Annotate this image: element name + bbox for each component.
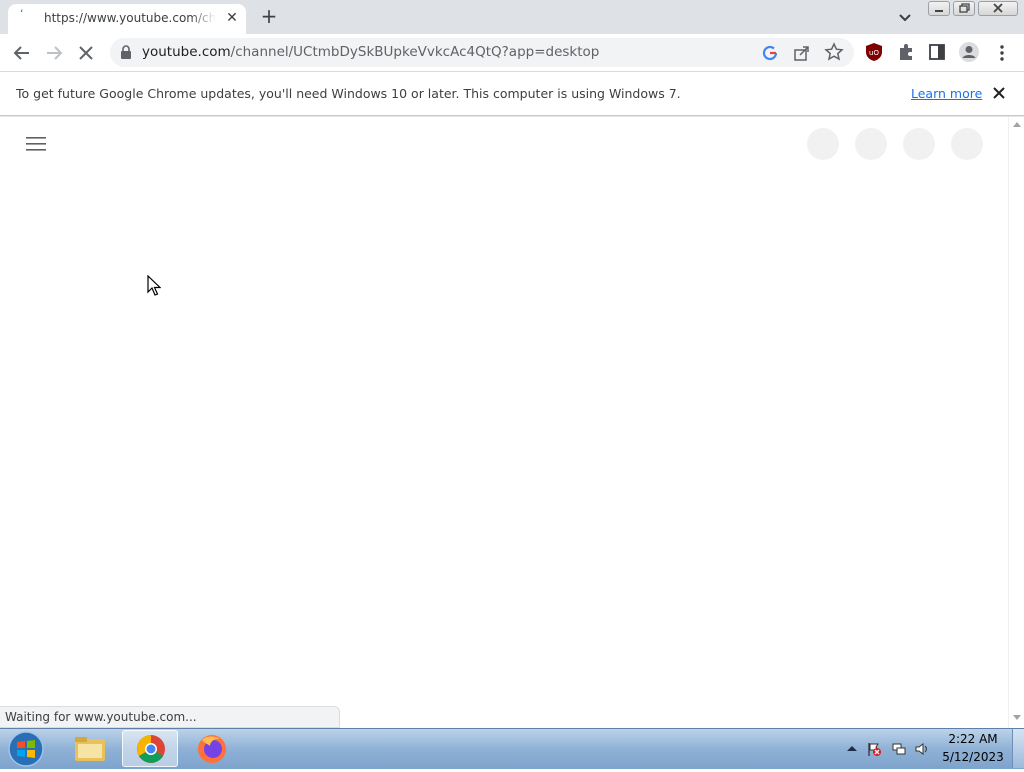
page-scrollbar[interactable] (1008, 117, 1024, 728)
volume-speaker-icon[interactable] (914, 741, 930, 757)
taskbar-file-explorer[interactable] (62, 730, 118, 767)
taskbar-chrome[interactable] (122, 730, 178, 767)
infobar-message: To get future Google Chrome updates, you… (16, 86, 681, 101)
url-path: /channel/UCtmbDySkBUpkeVvkcAc4QtQ?app=de… (230, 44, 600, 60)
loading-spinner-icon: ʻ (20, 7, 24, 20)
tab-search-chevron-icon[interactable] (894, 6, 916, 28)
learn-more-link[interactable]: Learn more (911, 86, 982, 101)
action-center-flag-icon[interactable] (866, 741, 882, 757)
url-text[interactable]: youtube.com/channel/UCtmbDySkBUpkeVvkcAc… (142, 44, 599, 62)
back-arrow-icon[interactable] (11, 42, 33, 64)
stop-loading-icon[interactable] (75, 42, 97, 64)
skeleton-placeholder (951, 128, 983, 160)
url-host: youtube.com (142, 44, 231, 60)
window-close-button[interactable] (978, 1, 1018, 16)
infobar-close-icon[interactable] (990, 84, 1008, 102)
google-lens-icon[interactable] (761, 44, 779, 62)
share-icon[interactable] (792, 43, 812, 63)
clock-time[interactable]: 2:22 AM (942, 732, 1004, 746)
forward-arrow-icon[interactable] (43, 42, 65, 64)
side-panel-icon[interactable] (928, 43, 946, 61)
lock-icon[interactable] (120, 45, 132, 59)
show-desktop-button[interactable] (1012, 729, 1024, 768)
svg-text:uO: uO (869, 49, 879, 57)
ublock-extension-icon[interactable]: uO (864, 42, 884, 62)
firefox-logo-icon (198, 735, 226, 763)
skeleton-placeholder (903, 128, 935, 160)
status-bubble: Waiting for www.youtube.com... (0, 706, 340, 728)
chrome-menu-icon[interactable] (996, 43, 1008, 63)
skeleton-placeholder (855, 128, 887, 160)
tab-title: https://www.youtube.com/channel/UCtmbDyS… (44, 11, 216, 25)
taskbar-firefox[interactable] (184, 730, 240, 767)
mouse-cursor-icon (147, 275, 161, 296)
tab-close-icon[interactable]: ✕ (224, 10, 240, 26)
bookmark-star-icon[interactable] (824, 42, 844, 62)
start-button-icon[interactable] (6, 730, 46, 768)
window-restore-button[interactable] (953, 1, 975, 16)
scroll-down-arrow-icon[interactable] (1013, 715, 1021, 721)
chrome-logo-icon (137, 735, 165, 763)
skeleton-placeholder (807, 128, 839, 160)
clock-date[interactable]: 5/12/2023 (942, 750, 1004, 764)
network-icon[interactable] (891, 741, 907, 757)
folder-icon (75, 737, 105, 761)
guide-menu-icon[interactable] (26, 136, 46, 152)
show-hidden-icons-arrow-icon[interactable] (844, 741, 860, 757)
extensions-puzzle-icon[interactable] (896, 42, 916, 62)
tab-youtube[interactable]: ʻ https://www.youtube.com/channel/UCtmbD… (8, 4, 246, 34)
new-tab-button[interactable]: + (258, 6, 280, 28)
window-minimize-button[interactable] (928, 1, 950, 16)
profile-avatar-icon[interactable] (958, 41, 980, 63)
scroll-up-arrow-icon[interactable] (1013, 121, 1021, 127)
page-content (0, 117, 1008, 728)
